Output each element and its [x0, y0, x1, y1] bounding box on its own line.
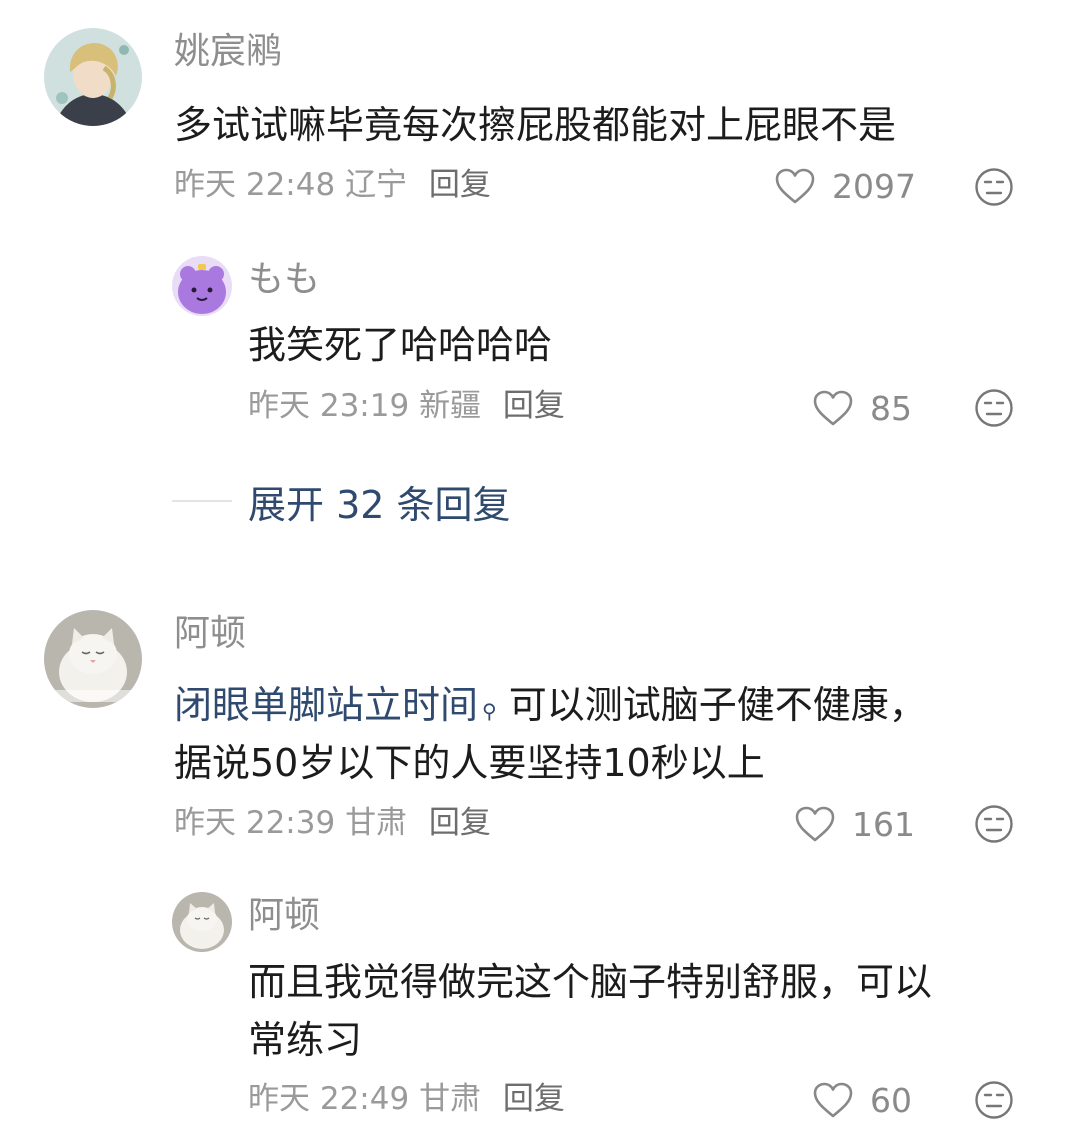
comment-text: 闭眼单脚站立时间 ⚲ 可以测试脑子健不健康， 据说50岁以下的人要坚持10秒以上 [174, 676, 927, 792]
comment-text-segment: 可以测试脑子健不健康， [508, 683, 927, 727]
neutral-face-icon[interactable] [974, 167, 1014, 207]
comment-author[interactable]: 阿顿 [248, 898, 320, 934]
search-link-text: 闭眼单脚站立时间 [174, 683, 479, 727]
comment-time: 昨天 23:19 [248, 388, 410, 424]
like-count: 85 [870, 388, 912, 428]
heart-outline-icon [795, 806, 835, 842]
comment-text-line: 而且我觉得做完这个脑子特别舒服，可以 [248, 960, 933, 1004]
neutral-face-icon[interactable] [974, 804, 1014, 844]
reply-button[interactable]: 回复 [503, 388, 565, 424]
comment-text-line: 常练习 [248, 1018, 363, 1062]
reply-button[interactable]: 回复 [429, 805, 491, 841]
neutral-face-icon[interactable] [974, 1080, 1014, 1120]
expand-replies-label: 展开 32 条回复 [248, 482, 511, 527]
like-count: 60 [870, 1080, 912, 1120]
comment-time: 昨天 22:39 [174, 805, 336, 841]
comment-time: 昨天 22:48 [174, 167, 336, 203]
comment-meta: 昨天 22:48 辽宁 回复 [174, 170, 491, 201]
avatar[interactable] [44, 610, 142, 708]
divider [172, 500, 232, 502]
comment-location: 甘肃 [345, 805, 408, 841]
comment-author[interactable]: もも [248, 262, 320, 298]
avatar[interactable] [172, 256, 232, 316]
like-count: 161 [852, 804, 915, 844]
like-button[interactable]: 85 [812, 386, 912, 430]
comment-text: 多试试嘛毕竟每次擦屁股都能对上屁眼不是 [174, 96, 896, 154]
search-link[interactable]: 闭眼单脚站立时间 ⚲ [174, 683, 497, 727]
neutral-face-icon[interactable] [974, 388, 1014, 428]
comment-meta: 昨天 23:19 新疆 回复 [248, 391, 565, 422]
like-button[interactable]: 161 [794, 802, 915, 846]
comment-author[interactable]: 姚宸鹇 [174, 34, 282, 70]
heart-outline-icon [813, 390, 853, 426]
avatar[interactable] [172, 892, 232, 952]
heart-outline-icon [813, 1082, 853, 1118]
comment-text-line: 闭眼单脚站立时间 ⚲ 可以测试脑子健不健康， [174, 676, 927, 734]
comment-text-line: 多试试嘛毕竟每次擦屁股都能对上屁眼不是 [174, 103, 897, 147]
search-icon: ⚲ [482, 699, 497, 723]
comment-location: 甘肃 [419, 1081, 482, 1117]
comment-time: 昨天 22:49 [248, 1081, 410, 1117]
comment-location: 辽宁 [345, 167, 408, 203]
comment-text-line: 我笑死了哈哈哈哈 [248, 323, 553, 367]
like-button[interactable]: 2097 [774, 164, 916, 208]
heart-outline-icon [775, 168, 815, 204]
like-count: 2097 [832, 166, 916, 206]
comment-author[interactable]: 阿顿 [174, 616, 246, 652]
avatar[interactable] [44, 28, 142, 126]
comment-text: 而且我觉得做完这个脑子特别舒服，可以 常练习 [248, 953, 932, 1069]
like-button[interactable]: 60 [812, 1078, 912, 1122]
expand-replies-button[interactable]: 展开 32 条回复 [172, 476, 511, 527]
reply-button[interactable]: 回复 [503, 1081, 565, 1117]
comment-text-line: 据说50岁以下的人要坚持10秒以上 [174, 741, 765, 785]
comment-text: 我笑死了哈哈哈哈 [248, 316, 552, 374]
comment-meta: 昨天 22:49 甘肃 回复 [248, 1084, 565, 1115]
comment-location: 新疆 [419, 388, 482, 424]
comment-meta: 昨天 22:39 甘肃 回复 [174, 808, 491, 839]
reply-button[interactable]: 回复 [429, 167, 491, 203]
